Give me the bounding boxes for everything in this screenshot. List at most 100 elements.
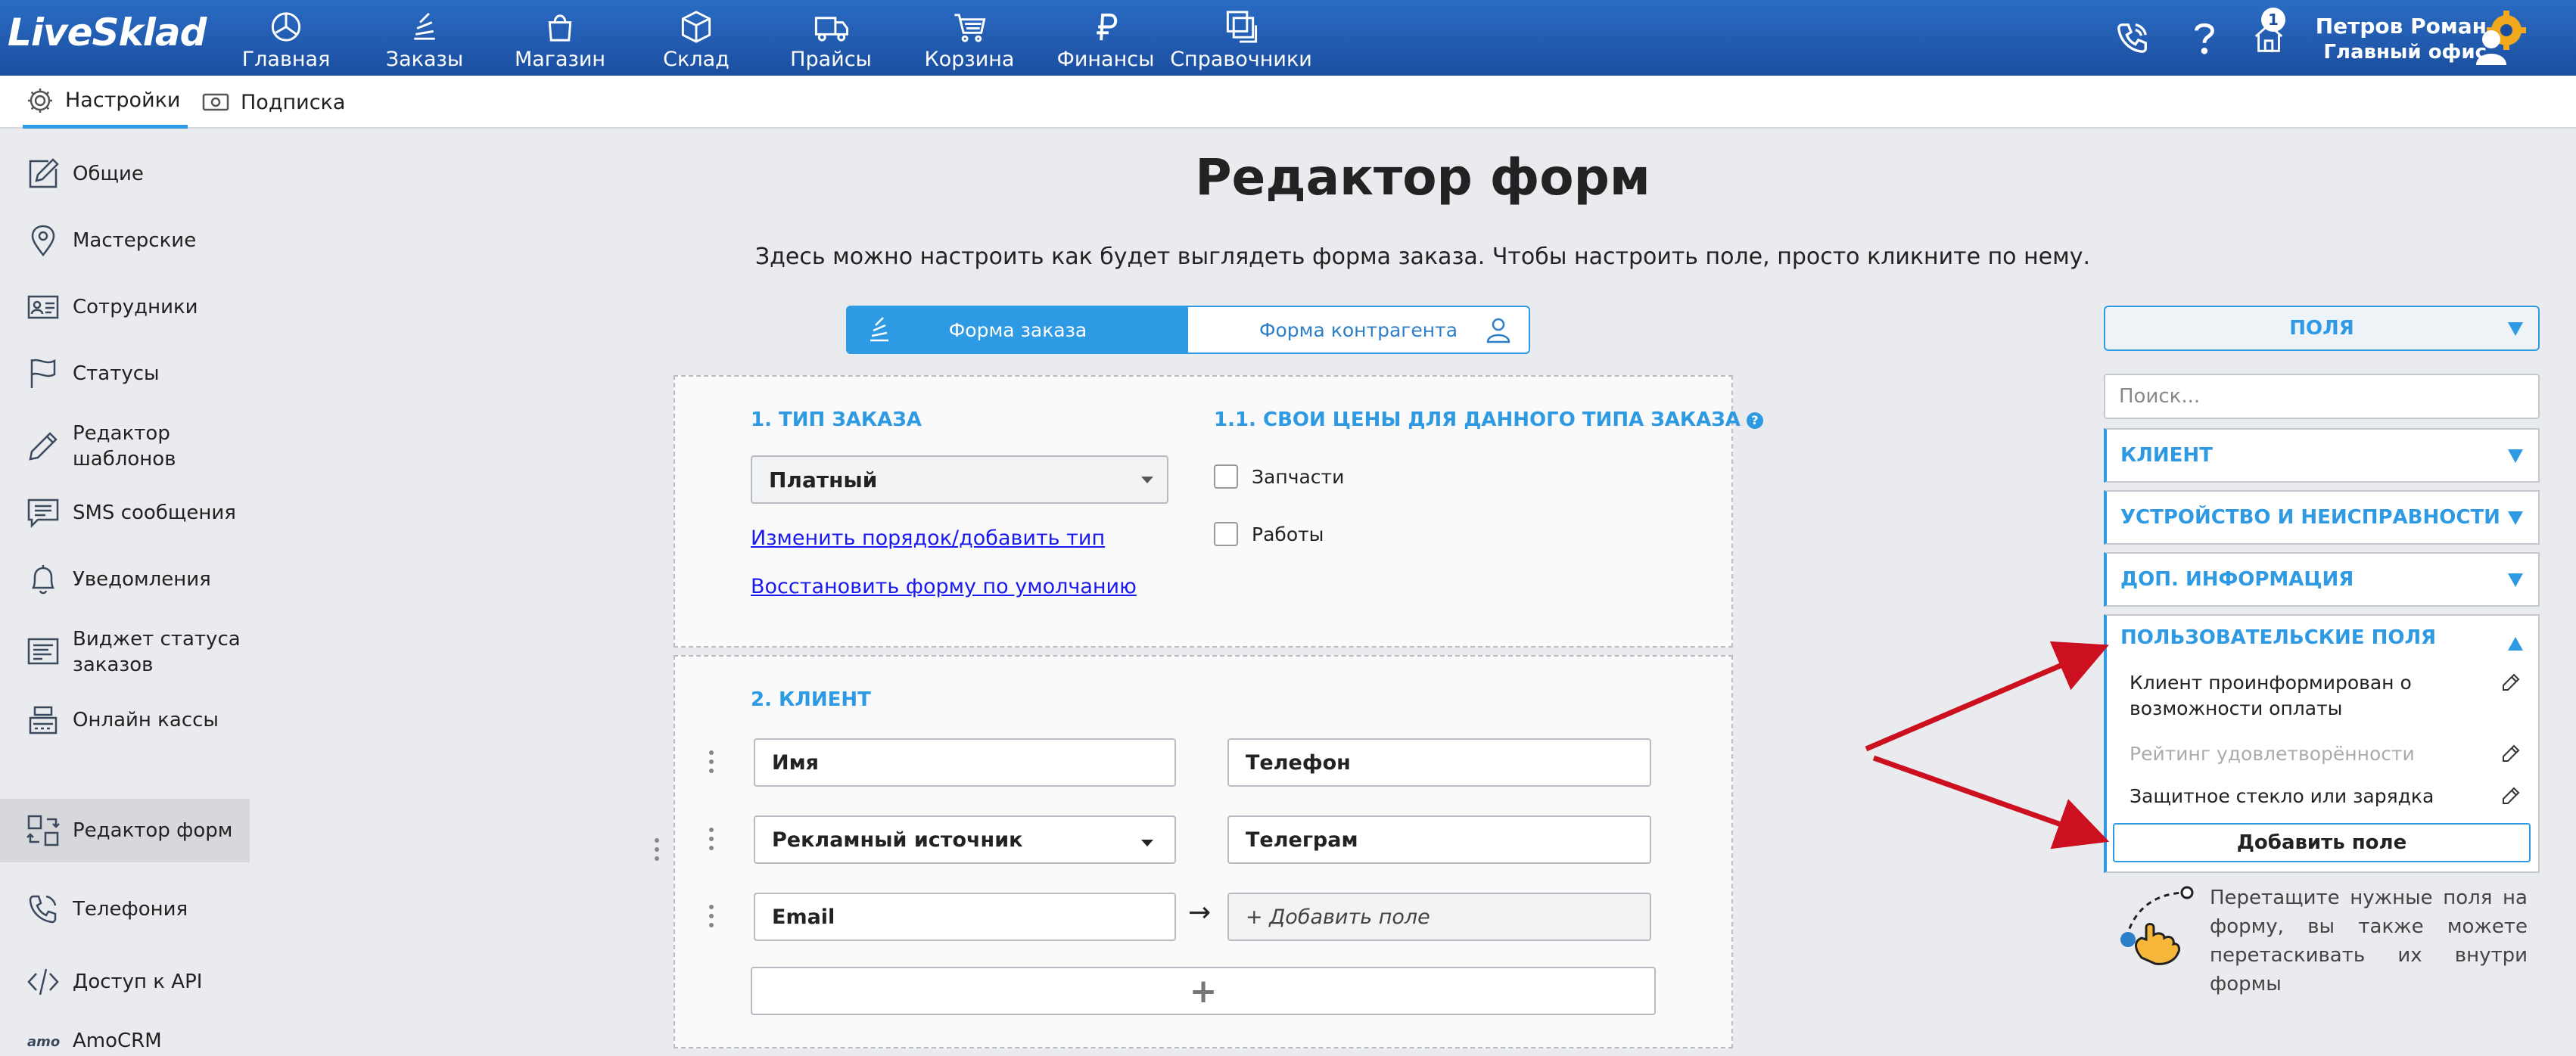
nav-orders[interactable]: Заказы	[383, 6, 466, 71]
checkbox-works-label: Работы	[1252, 523, 1324, 545]
chevron-down-icon	[1141, 477, 1153, 483]
gear-icon	[28, 88, 52, 113]
directories-icon	[1226, 11, 1258, 43]
orders-icon	[870, 317, 888, 342]
triangle-down-icon	[2508, 322, 2523, 336]
annotation-arrow-to-custom-fields	[1865, 641, 2109, 752]
nav-shop[interactable]: Магазин	[515, 6, 605, 71]
location-pin-icon	[31, 225, 55, 257]
drag-hint-text: Перетащите нужные поля на форму, вы такж…	[2210, 887, 2528, 995]
checkbox-parts[interactable]	[1214, 464, 1238, 489]
checkbox-parts-label: Запчасти	[1252, 465, 1345, 488]
pencil-icon[interactable]	[2500, 743, 2522, 764]
person-icon	[1486, 318, 1510, 343]
settings-sidebar: Общие Мастерские Сотрудники Статусы Реда…	[0, 130, 250, 1056]
field-email[interactable]: Email	[754, 893, 1176, 941]
cart-icon	[954, 14, 986, 42]
tab-settings[interactable]: Настройки	[23, 76, 188, 129]
notification-badge: 1	[2261, 8, 2285, 32]
checkbox-works-row[interactable]: Работы	[1214, 522, 1324, 546]
triangle-down-icon	[2508, 449, 2523, 463]
sidebar-item-telephony[interactable]: Телефония	[0, 887, 250, 932]
help-button[interactable]	[2182, 17, 2225, 59]
sidebar-item-amocrm[interactable]: amo AmoCRM	[0, 1024, 250, 1056]
nav-prices[interactable]: Прайсы	[790, 6, 872, 71]
sidebar-item-api-access[interactable]: Доступ к API	[0, 959, 250, 1005]
phone-icon	[29, 895, 57, 924]
field-name[interactable]: Имя	[754, 738, 1176, 787]
page-title: Редактор форм	[1195, 148, 1650, 207]
section-drag-handle[interactable]	[653, 838, 661, 861]
banknote-icon	[202, 93, 229, 111]
sidebar-item-form-editor[interactable]: Редактор форм	[0, 799, 250, 862]
row-drag-handle[interactable]	[708, 828, 715, 850]
truck-icon	[814, 17, 849, 42]
custom-field-item[interactable]: Рейтинг удовлетворённости	[2130, 741, 2485, 767]
top-navigation-bar: LiveSklad Главная Заказы Магазин Склад П…	[0, 0, 2576, 76]
custom-field-item[interactable]: Клиент проинформирован о возможности опл…	[2130, 670, 2485, 722]
help-icon[interactable]: ?	[1746, 412, 1763, 429]
nav-warehouse[interactable]: Склад	[658, 6, 734, 71]
sidebar-item-general[interactable]: Общие	[0, 151, 250, 197]
checkbox-works[interactable]	[1214, 522, 1238, 546]
warehouse-box-icon	[681, 11, 711, 43]
field-phone[interactable]: Телефон	[1227, 738, 1651, 787]
fields-search-input[interactable]	[2104, 374, 2540, 419]
user-office[interactable]: Главный офис	[2323, 41, 2487, 64]
pencil-icon[interactable]	[2500, 785, 2522, 806]
row-drag-handle[interactable]	[708, 905, 715, 927]
shop-bag-icon	[548, 14, 572, 42]
section-client-title: 2. КЛИЕНТ	[751, 688, 871, 711]
cash-register-icon	[29, 706, 58, 735]
row-drag-handle[interactable]	[708, 750, 715, 773]
app-logo[interactable]: LiveSklad	[8, 11, 207, 54]
id-card-icon	[27, 295, 59, 319]
nav-directories[interactable]: Справочники	[1170, 6, 1312, 71]
sidebar-item-notifications[interactable]: Уведомления	[0, 557, 250, 602]
nav-main[interactable]: Главная	[242, 6, 330, 71]
settings-subnav: Настройки Подписка	[0, 76, 2576, 129]
change-order-type-link[interactable]: Изменить порядок/добавить тип	[751, 526, 1105, 550]
triangle-down-icon	[2508, 511, 2523, 525]
section-order-type-title: 1. ТИП ЗАКАЗА	[751, 408, 922, 431]
svg-text:amo: amo	[27, 1034, 60, 1050]
sidebar-item-workshops[interactable]: Мастерские	[0, 218, 250, 263]
question-icon	[2195, 23, 2214, 54]
code-icon	[27, 968, 59, 995]
sidebar-item-template-editor[interactable]: Редактор шаблонов	[0, 418, 250, 475]
pencil-icon[interactable]	[2500, 672, 2522, 693]
group-client[interactable]: КЛИЕНТ	[2104, 428, 2540, 483]
checkbox-parts-row[interactable]: Запчасти	[1214, 464, 1344, 489]
sidebar-item-statuses[interactable]: Статусы	[0, 351, 250, 396]
group-device[interactable]: УСТРОЙСТВО И НЕИСПРАВНОСТИ	[2104, 490, 2540, 545]
tab-contractor-form[interactable]: Форма контрагента	[1188, 307, 1529, 353]
field-ad-source[interactable]: Рекламный источник	[754, 815, 1176, 864]
tab-subscription[interactable]: Подписка	[201, 76, 345, 129]
nav-cart[interactable]: Корзина	[925, 6, 1014, 71]
telephony-button[interactable]	[2111, 17, 2154, 59]
section-custom-prices-title: 1.1. СВОИ ЦЕНЫ ДЛЯ ДАННОГО ТИПА ЗАКАЗА?	[1214, 408, 1763, 431]
user-avatar-gear-icon[interactable]	[2473, 11, 2529, 67]
order-type-select[interactable]: Платный	[751, 455, 1168, 504]
triangle-up-icon[interactable]	[2508, 637, 2523, 651]
sidebar-item-online-cash[interactable]: Онлайн кассы	[0, 696, 250, 744]
restore-default-form-link[interactable]: Восстановить форму по умолчанию	[751, 575, 1137, 598]
group-custom-fields-title[interactable]: ПОЛЬЗОВАТЕЛЬСКИЕ ПОЛЯ	[2120, 626, 2436, 649]
user-name[interactable]: Петров Роман	[2316, 14, 2487, 39]
sidebar-item-sms[interactable]: SMS сообщения	[0, 490, 250, 536]
custom-field-item[interactable]: Защитное стекло или зарядка	[2130, 784, 2485, 809]
add-custom-field-button[interactable]: Добавить поле	[2113, 823, 2531, 862]
add-field-placeholder[interactable]: + Добавить поле	[1227, 893, 1651, 941]
bell-icon	[31, 565, 55, 595]
sidebar-item-status-widget[interactable]: Виджет статуса заказов	[0, 623, 250, 681]
field-telegram[interactable]: Телеграм	[1227, 815, 1651, 864]
edit-icon	[29, 158, 59, 188]
group-extra-info[interactable]: ДОП. ИНФОРМАЦИЯ	[2104, 552, 2540, 607]
tab-order-form[interactable]: Форма заказа	[848, 307, 1188, 353]
nav-finance[interactable]: Финансы	[1057, 6, 1154, 71]
sidebar-item-employees[interactable]: Сотрудники	[0, 284, 250, 330]
add-row-button[interactable]: +	[751, 967, 1656, 1015]
fields-panel-header[interactable]: ПОЛЯ	[2104, 306, 2540, 351]
dashboard-icon	[271, 12, 301, 42]
widget-icon	[27, 638, 59, 665]
